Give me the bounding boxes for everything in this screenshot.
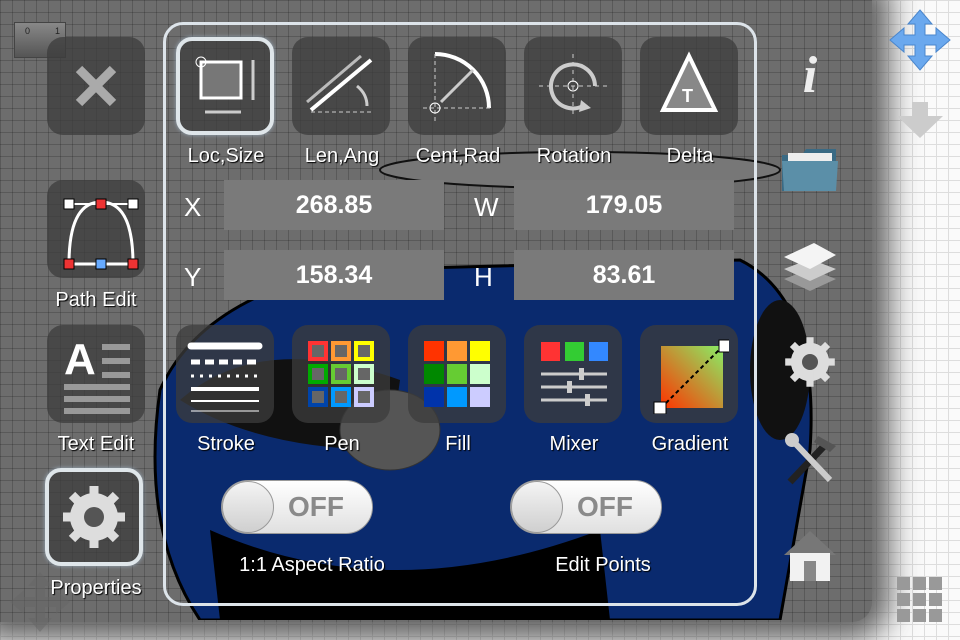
- delta-icon: T: [659, 51, 719, 112]
- ruler-tick-1: 1: [55, 26, 61, 36]
- arrow-down-icon[interactable]: [895, 100, 945, 145]
- layers-icon[interactable]: [780, 235, 840, 295]
- svg-text:A: A: [64, 335, 96, 384]
- gradient-button[interactable]: [640, 325, 738, 423]
- toggle-state: OFF: [577, 491, 633, 522]
- cent-rad-icon: [423, 52, 493, 122]
- style-label: Gradient: [651, 433, 729, 455]
- text-edit-button[interactable]: A: [47, 325, 145, 423]
- gradient-icon: [653, 339, 729, 414]
- folder-icon[interactable]: [780, 140, 840, 200]
- settings-gear-icon[interactable]: [780, 332, 840, 392]
- mode-len-ang-button[interactable]: [292, 37, 390, 135]
- mode-label: Delta: [666, 145, 714, 167]
- w-label: W: [474, 192, 499, 222]
- aspect-ratio-label: 1:1 Aspect Ratio: [239, 554, 385, 576]
- w-input[interactable]: 179.05: [514, 180, 734, 230]
- rotation-icon: [539, 54, 609, 118]
- ruler-tick-0: 0: [25, 26, 31, 36]
- pen-button[interactable]: [292, 325, 390, 423]
- toggle-state: OFF: [288, 491, 344, 522]
- edit-points-label: Edit Points: [555, 554, 651, 576]
- y-label: Y: [184, 262, 202, 292]
- y-input[interactable]: 158.34: [224, 250, 444, 300]
- loc-size-icon: [195, 56, 255, 114]
- stroke-button[interactable]: [176, 325, 274, 423]
- home-icon[interactable]: [780, 525, 840, 585]
- tools-icon[interactable]: [780, 428, 840, 488]
- x-label: X: [184, 192, 202, 222]
- mode-cent-rad-button[interactable]: [408, 37, 506, 135]
- pen-icon: [308, 341, 374, 407]
- fill-button[interactable]: [408, 325, 506, 423]
- h-label: H: [474, 262, 493, 292]
- close-button[interactable]: [47, 37, 145, 135]
- stroke-icon: [187, 342, 263, 412]
- mixer-button[interactable]: [524, 325, 622, 423]
- info-icon[interactable]: i: [780, 45, 840, 105]
- pan-arrows-icon[interactable]: [8, 570, 72, 639]
- text-edit-label: Text Edit: [57, 433, 135, 455]
- grid-icon[interactable]: [897, 577, 943, 628]
- aspect-ratio-toggle[interactable]: OFF: [221, 480, 373, 534]
- toggle-knob: [222, 481, 274, 533]
- properties-button[interactable]: [45, 468, 143, 566]
- path-edit-label: Path Edit: [55, 289, 137, 311]
- path-edit-button[interactable]: [47, 180, 145, 278]
- h-input[interactable]: 83.61: [514, 250, 734, 300]
- mode-rotation-button[interactable]: [524, 37, 622, 135]
- x-input[interactable]: 268.85: [224, 180, 444, 230]
- fill-icon: [424, 341, 490, 407]
- move-arrows-icon[interactable]: [888, 8, 952, 77]
- text-edit-icon: A: [64, 335, 130, 414]
- svg-text:T: T: [682, 86, 693, 106]
- close-icon: [75, 65, 117, 107]
- mode-loc-size-button[interactable]: [176, 37, 274, 135]
- len-ang-icon: [306, 54, 373, 113]
- gear-icon: [63, 486, 125, 548]
- toggle-knob: [511, 481, 563, 533]
- mode-delta-button[interactable]: T: [640, 37, 738, 135]
- edit-points-toggle[interactable]: OFF: [510, 480, 662, 534]
- path-edit-icon: [63, 198, 139, 270]
- mixer-icon: [541, 342, 608, 406]
